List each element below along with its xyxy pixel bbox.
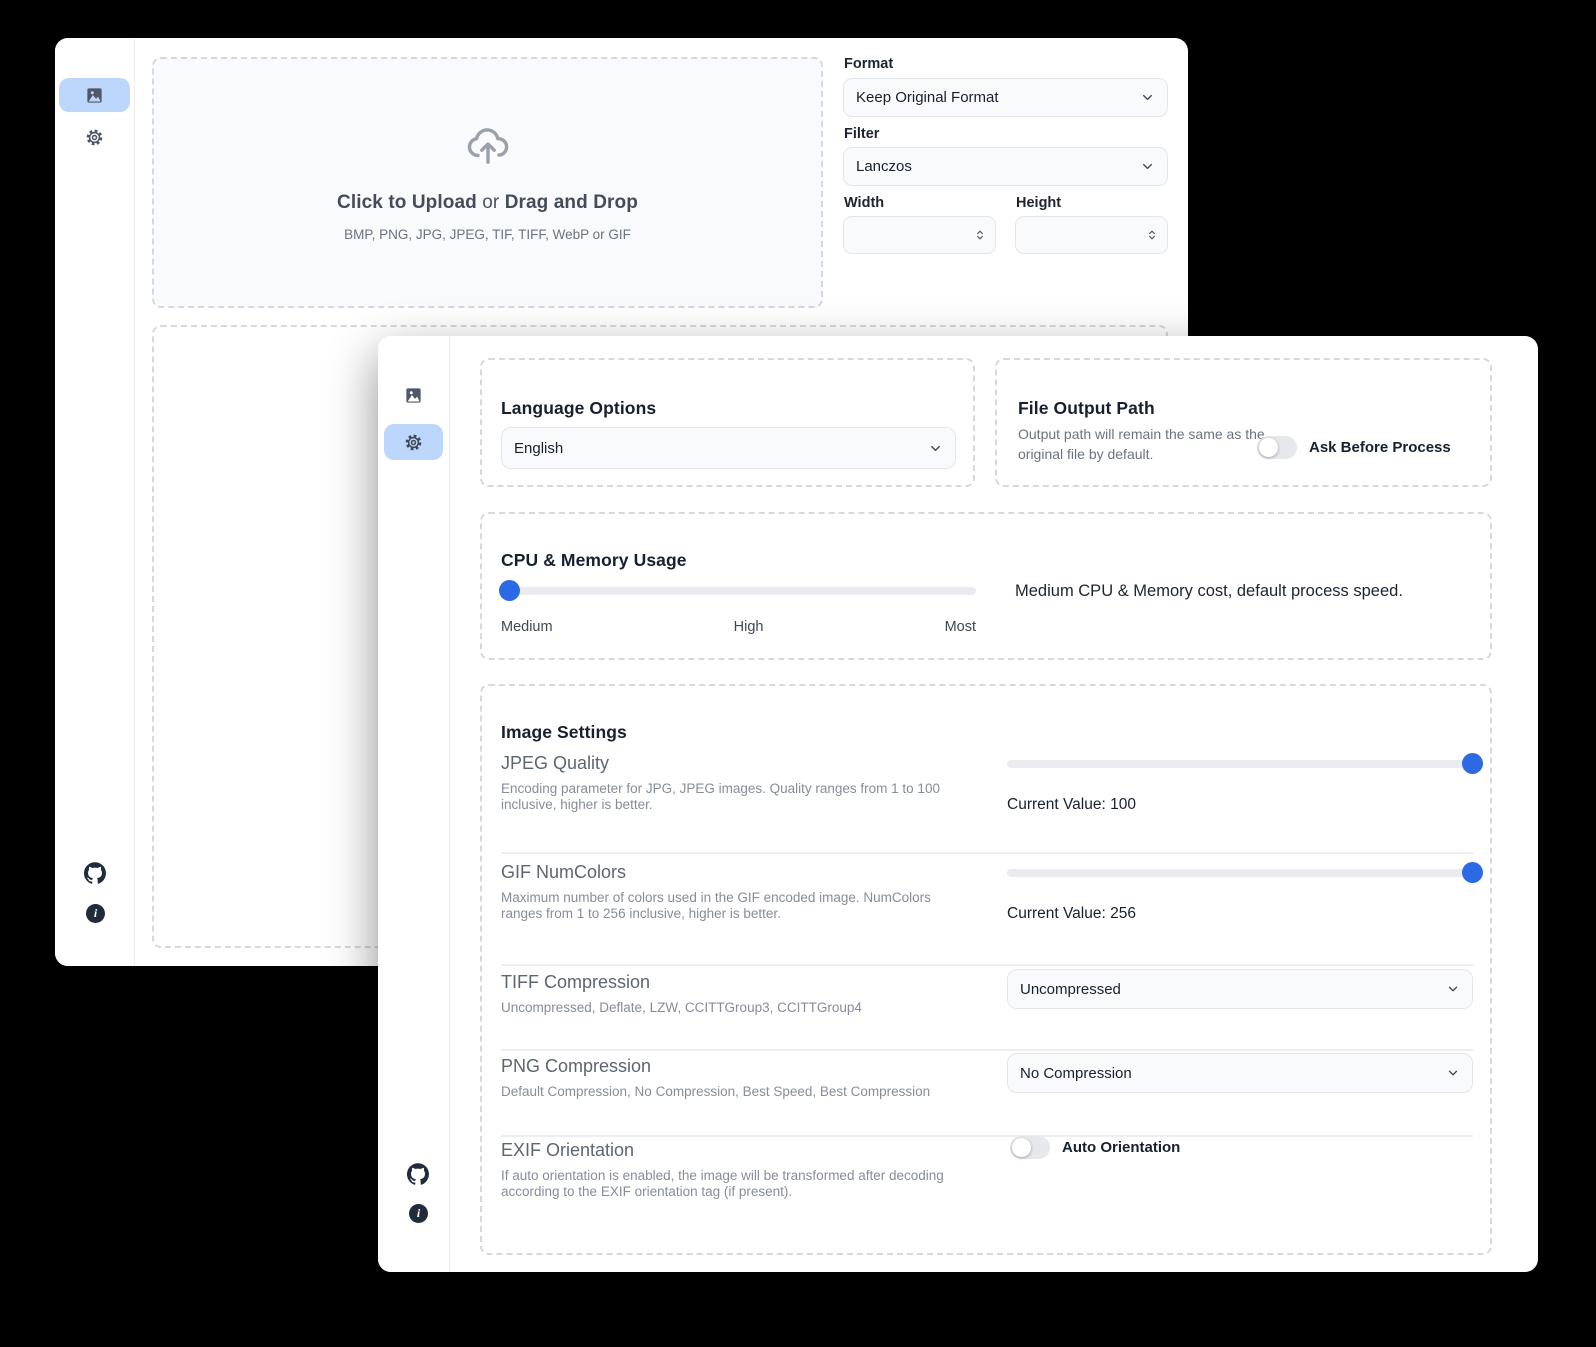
filter-value: Lanczos — [856, 158, 912, 175]
info-icon[interactable]: i — [86, 904, 105, 923]
auto-orientation-label: Auto Orientation — [1062, 1139, 1180, 1156]
auto-orientation-toggle[interactable] — [1010, 1136, 1050, 1159]
toggle-knob — [1259, 438, 1278, 457]
section-title: Language Options — [501, 398, 656, 419]
chevron-down-icon — [928, 441, 943, 456]
gear-icon — [403, 432, 424, 453]
sidebar-item-images[interactable] — [384, 378, 443, 412]
toggle-knob — [1012, 1138, 1031, 1157]
info-icon[interactable]: i — [409, 1204, 428, 1223]
image-settings-section: Image Settings JPEG Quality Encoding par… — [480, 684, 1492, 1255]
row-description: Default Compression, No Compression, Bes… — [501, 1084, 971, 1100]
chevron-down-icon — [1446, 982, 1460, 996]
cpu-memory-section: CPU & Memory Usage Medium High Most Medi… — [480, 512, 1492, 660]
gif-numcolors-row: GIF NumColors Maximum number of colors u… — [501, 861, 1473, 961]
ask-before-process-label: Ask Before Process — [1309, 439, 1451, 456]
width-field[interactable] — [844, 217, 973, 253]
sidebar-item-settings[interactable] — [59, 120, 130, 154]
language-select[interactable]: English — [501, 427, 956, 469]
png-compression-value: No Compression — [1020, 1065, 1132, 1082]
slider-label-most: Most — [945, 619, 976, 635]
cpu-slider-labels: Medium High Most — [501, 619, 976, 635]
github-icon[interactable] — [84, 862, 106, 884]
height-input[interactable] — [1015, 216, 1168, 254]
tiff-compression-select[interactable]: Uncompressed — [1007, 969, 1473, 1009]
slider-label-medium: Medium — [501, 619, 553, 635]
language-value: English — [514, 440, 563, 457]
cpu-memory-slider[interactable] — [501, 587, 976, 595]
row-description: If auto orientation is enabled, the imag… — [501, 1168, 971, 1200]
gif-current-value: Current Value: 256 — [1007, 905, 1136, 923]
jpeg-current-value: Current Value: 100 — [1007, 796, 1136, 814]
chevron-down-icon — [1140, 159, 1155, 174]
github-icon[interactable] — [407, 1163, 429, 1185]
gear-icon — [84, 127, 105, 148]
height-field[interactable] — [1016, 217, 1145, 253]
upload-title: Click to Upload or Drag and Drop — [337, 192, 638, 214]
stepper-icon[interactable] — [1145, 228, 1159, 242]
width-label: Width — [844, 195, 884, 211]
row-divider — [501, 852, 1473, 854]
filter-select[interactable]: Lanczos — [843, 147, 1168, 186]
chevron-down-icon — [1140, 90, 1155, 105]
png-compression-select[interactable]: No Compression — [1007, 1053, 1473, 1093]
row-divider — [501, 1135, 1473, 1137]
image-icon — [404, 386, 423, 405]
ask-before-process-toggle[interactable] — [1257, 436, 1297, 459]
sidebar: i — [378, 336, 450, 1272]
gif-numcolors-slider[interactable] — [1007, 869, 1477, 877]
jpeg-quality-slider[interactable] — [1007, 760, 1477, 768]
slider-label-high: High — [734, 619, 764, 635]
row-divider — [501, 1049, 1473, 1051]
jpeg-quality-row: JPEG Quality Encoding parameter for JPG,… — [501, 752, 1473, 852]
section-title: CPU & Memory Usage — [501, 550, 687, 571]
row-description: Maximum number of colors used in the GIF… — [501, 890, 971, 922]
exif-orientation-row: EXIF Orientation If auto orientation is … — [501, 1139, 1473, 1239]
row-divider — [501, 964, 1473, 966]
tiff-compression-row: TIFF Compression Uncompressed, Deflate, … — [501, 971, 1473, 1051]
language-options-section: Language Options English — [480, 358, 975, 487]
chevron-down-icon — [1446, 1066, 1460, 1080]
upload-formats: BMP, PNG, JPG, JPEG, TIF, TIFF, WebP or … — [344, 227, 631, 242]
section-title: File Output Path — [1018, 398, 1155, 419]
output-path-description: Output path will remain the same as the … — [1018, 424, 1268, 464]
upload-cloud-icon — [464, 123, 512, 176]
format-select[interactable]: Keep Original Format — [843, 78, 1168, 117]
settings-window: i Language Options English File Output P… — [378, 336, 1538, 1272]
cpu-status-text: Medium CPU & Memory cost, default proces… — [1015, 582, 1403, 601]
sidebar-item-images[interactable] — [59, 78, 130, 112]
slider-thumb[interactable] — [499, 580, 520, 601]
stepper-icon[interactable] — [973, 228, 987, 242]
filter-label: Filter — [844, 126, 879, 142]
section-title: Image Settings — [501, 722, 627, 743]
image-icon — [85, 86, 104, 105]
tiff-compression-value: Uncompressed — [1020, 981, 1121, 998]
height-label: Height — [1016, 195, 1061, 211]
format-value: Keep Original Format — [856, 89, 999, 106]
upload-dropzone[interactable]: Click to Upload or Drag and Drop BMP, PN… — [152, 57, 823, 308]
width-input[interactable] — [843, 216, 996, 254]
sidebar: i — [55, 38, 135, 966]
png-compression-row: PNG Compression Default Compression, No … — [501, 1055, 1473, 1135]
sidebar-item-settings[interactable] — [384, 424, 443, 460]
format-label: Format — [844, 56, 893, 72]
row-description: Encoding parameter for JPG, JPEG images.… — [501, 781, 971, 813]
file-output-path-section: File Output Path Output path will remain… — [995, 358, 1492, 487]
row-description: Uncompressed, Deflate, LZW, CCITTGroup3,… — [501, 1000, 971, 1016]
slider-thumb[interactable] — [1462, 753, 1483, 774]
slider-thumb[interactable] — [1462, 862, 1483, 883]
